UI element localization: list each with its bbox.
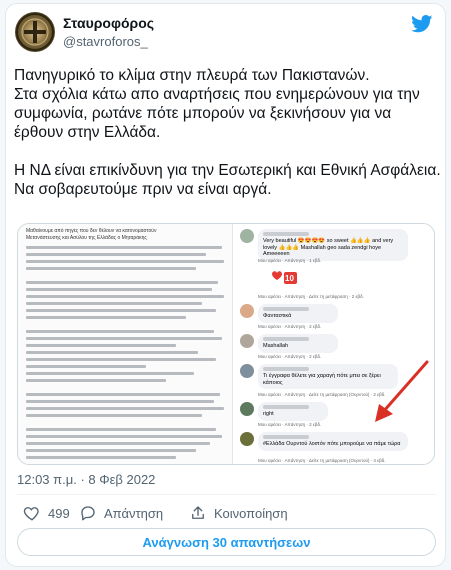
document-text-line [26,267,196,270]
document-text-line [26,295,224,298]
comment-actions: Μου αρέσει · Απάντηση · 2 εβδ. [258,354,322,359]
comment-bubble: Very beautiful 😍😍😍😍 so sweet 👍👍👍 and ver… [258,229,408,261]
comment-text: right [263,411,274,417]
red-arrow-annotation [375,360,429,422]
reply-icon [81,506,95,521]
commenter-avatar [240,334,254,348]
document-text-line [26,316,186,319]
commenter-avatar [240,402,254,416]
document-text-line [26,288,212,291]
commenter-avatar [240,304,254,318]
blurred-name [263,337,309,341]
sticker: 10 [264,266,300,290]
reply-label: Απάντηση [104,505,164,521]
avatar[interactable] [15,12,55,52]
like-count: 499 [48,505,70,521]
comment-actions: Μου αρέσει · Απάντηση · Δείτε τη μετάφρα… [258,458,386,463]
divider [17,494,436,495]
blurred-name [263,307,309,311]
document-line-1: Μαθαίνουμε από πηγές που δεν θέλουν να κ… [26,228,157,234]
author-name[interactable]: Σταυροφόρος [63,15,154,31]
document-text-line [26,435,222,438]
commenter-avatar [240,229,254,243]
document-text-line [26,260,224,263]
document-text-line [26,344,176,347]
document-text-line [26,302,202,305]
document-text-line [26,379,166,382]
sticker-heart-icon [272,271,297,284]
document-text-line [26,372,194,375]
comment-text: Φανταστικά [263,313,292,319]
document-text-line [26,442,210,445]
document-text-line [26,281,218,284]
comment-text: Very beautiful 😍😍😍😍 so sweet 👍👍👍 and ver… [263,238,394,257]
comment-actions: Μου αρέσει · Απάντηση · 1 εβδ. [258,258,322,263]
document-text-line [26,309,216,312]
document-line-2: Μετανάστευσης και Ασύλου της Ελλάδας ο Μ… [26,235,147,241]
comment-text: #Ελλάδα Ουρντού λοιπόν πότε μπορούμε να … [263,441,401,447]
blurred-name [263,405,309,409]
document-text-line [26,246,222,249]
comment-bubble: Mashallah [258,334,338,353]
document-text-line [26,407,224,410]
commenter-avatar [240,432,254,446]
seal-emblem [16,13,54,51]
share-button[interactable]: Κοινοποίηση [189,502,288,524]
document-text-line [26,253,206,256]
comment-bubble: right [258,402,328,421]
blurred-name [263,367,309,371]
document-text-line [26,449,196,452]
document-text-line [26,330,214,333]
document-text-line [26,337,222,340]
document-text-line [26,365,146,368]
heart-icon [23,507,39,521]
document-text-line [26,400,214,403]
share-icon [192,506,204,519]
document-text-line [26,393,220,396]
tweet-timestamp[interactable]: 12:03 π.μ. · 8 Φεβ 2022 [17,472,155,487]
like-button[interactable]: 499 [23,502,70,524]
comment-bubble: Φανταστικά [258,304,338,323]
comment-actions: Μου αρέσει · Απάντηση · 2 εβδ. [258,324,322,329]
document-text-line [26,414,202,417]
document-text-line [26,358,216,361]
reply-button[interactable]: Απάντηση [79,502,163,524]
tweet-actions: 499 Απάντηση Κοινοποίηση [17,502,436,526]
tweet-card: Σταυροφόρος @stavroforos_ Πανηγυρικό το … [5,3,446,567]
author-handle[interactable]: @stavroforos_ [63,34,148,49]
document-screenshot: Μαθαίνουμε από πηγές που δεν θέλουν να κ… [18,224,233,464]
blurred-name [263,435,309,439]
document-text-line [26,351,198,354]
tweet-header: Σταυροφόρος @stavroforos_ [6,4,445,62]
document-text-line [26,428,216,431]
commenter-avatar [240,364,254,378]
comment-actions: Μου αρέσει · Απάντηση · Δείτε τη μετάφρα… [258,294,364,299]
comment-text: Mashallah [263,343,289,349]
sticker-number: 10 [285,274,294,283]
twitter-bird-icon[interactable] [411,15,433,33]
share-label: Κοινοποίηση [214,505,288,521]
comment-actions: Μου αρέσει · Απάντηση · 2 εβδ. [258,422,322,427]
blurred-name [263,232,309,236]
document-text-line [26,456,176,459]
read-replies-button[interactable]: Ανάγνωση 30 απαντήσεων [17,528,436,556]
tweet-text: Πανηγυρικό το κλίμα στην πλευρά των Πακι… [14,67,441,198]
